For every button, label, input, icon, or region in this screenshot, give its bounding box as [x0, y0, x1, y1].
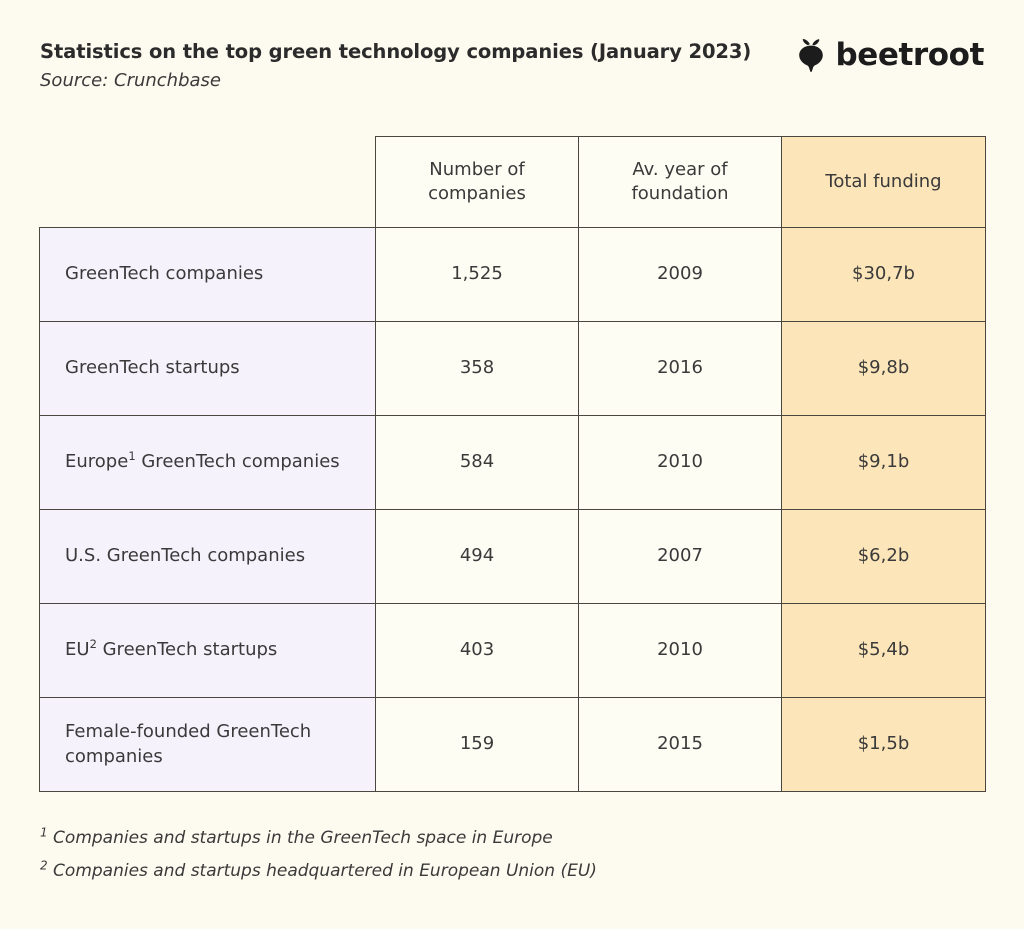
row-year-cell: 2010 [578, 603, 782, 698]
row-label-prefix: EU [65, 639, 90, 661]
title-block: Statistics on the top green technology c… [40, 40, 751, 93]
table-row: GreenTech startups 358 2016 $9,8b [39, 321, 986, 416]
row-label-cell: U.S. GreenTech companies [39, 509, 376, 604]
row-year-cell: 2009 [578, 227, 782, 322]
row-companies-cell: 159 [375, 697, 579, 792]
footnote-marker: 1 [128, 449, 136, 464]
row-companies-cell: 403 [375, 603, 579, 698]
table-row: Female-founded GreenTech companies 159 2… [39, 697, 986, 792]
row-label-prefix: U.S. GreenTech companies [65, 545, 306, 567]
row-companies-cell: 1,525 [375, 227, 579, 322]
row-funding-cell: $1,5b [781, 697, 986, 792]
row-year-cell: 2007 [578, 509, 782, 604]
footnote-marker: 2 [89, 637, 97, 652]
row-label-suffix: GreenTech companies [135, 451, 340, 473]
footnote-1: 1 Companies and startups in the GreenTec… [40, 825, 940, 850]
table-row: Europe1 GreenTech companies 584 2010 $9,… [39, 415, 986, 510]
row-label-cell: Europe1 GreenTech companies [39, 415, 376, 510]
footnotes-block: 1 Companies and startups in the GreenTec… [40, 825, 940, 893]
row-companies-cell: 584 [375, 415, 579, 510]
page-header: Statistics on the top green technology c… [40, 38, 984, 110]
table-body: GreenTech companies 1,525 2009 $30,7b Gr… [39, 227, 986, 792]
table-row: EU2 GreenTech startups 403 2010 $5,4b [39, 603, 986, 698]
row-funding-cell: $6,2b [781, 509, 986, 604]
header-corner-spacer [40, 137, 376, 228]
table-row: GreenTech companies 1,525 2009 $30,7b [39, 227, 986, 322]
footnote-1-marker: 1 [40, 825, 48, 840]
beetroot-logo: beetroot [796, 38, 984, 72]
page-title: Statistics on the top green technology c… [40, 40, 752, 63]
logo-wordmark: beetroot [835, 36, 984, 73]
footnote-2-text: Companies and startups headquartered in … [53, 860, 597, 881]
column-header-line2: companies [428, 183, 526, 204]
infographic-page: Statistics on the top green technology c… [0, 0, 1024, 929]
row-label-suffix: GreenTech startups [96, 639, 278, 661]
row-funding-cell: $9,8b [781, 321, 986, 416]
row-label-cell: GreenTech startups [39, 321, 376, 416]
row-year-cell: 2016 [578, 321, 782, 416]
row-funding-cell: $30,7b [781, 227, 986, 322]
row-year-cell: 2010 [578, 415, 782, 510]
table-header-row: Number of companies Av. year of foundati… [40, 136, 986, 228]
row-label-prefix: Female-founded GreenTech companies [65, 721, 312, 767]
row-label-prefix: GreenTech startups [65, 357, 240, 379]
row-companies-cell: 358 [375, 321, 579, 416]
statistics-table-container: Number of companies Av. year of foundati… [39, 136, 986, 792]
column-header-line1: Total funding [825, 171, 942, 193]
row-label-prefix: Europe [65, 451, 129, 473]
footnote-1-text: Companies and startups in the GreenTech … [53, 828, 553, 848]
row-label-cell: GreenTech companies [39, 227, 376, 322]
column-header-line1: Number of [429, 159, 525, 181]
footnote-2: 2 Companies and startups headquartered i… [40, 858, 940, 883]
column-header-line1: Av. year of [632, 159, 728, 181]
row-year-cell: 2015 [578, 697, 782, 792]
source-label: Source: Crunchbase [40, 70, 222, 92]
beetroot-icon [799, 38, 824, 72]
column-header-total-funding: Total funding [781, 136, 986, 228]
column-header-av-year-of-foundation: Av. year of foundation [578, 136, 782, 228]
row-label-prefix: GreenTech companies [65, 263, 264, 285]
row-funding-cell: $5,4b [781, 603, 986, 698]
table-row: U.S. GreenTech companies 494 2007 $6,2b [39, 509, 986, 604]
statistics-table: Number of companies Av. year of foundati… [39, 136, 986, 792]
row-companies-cell: 494 [375, 509, 579, 604]
row-label-cell: Female-founded GreenTech companies [39, 697, 376, 792]
row-label-cell: EU2 GreenTech startups [39, 603, 376, 698]
column-header-number-of-companies: Number of companies [375, 136, 579, 228]
column-header-line2: foundation [631, 183, 729, 204]
footnote-2-marker: 2 [40, 858, 48, 873]
row-funding-cell: $9,1b [781, 415, 986, 510]
